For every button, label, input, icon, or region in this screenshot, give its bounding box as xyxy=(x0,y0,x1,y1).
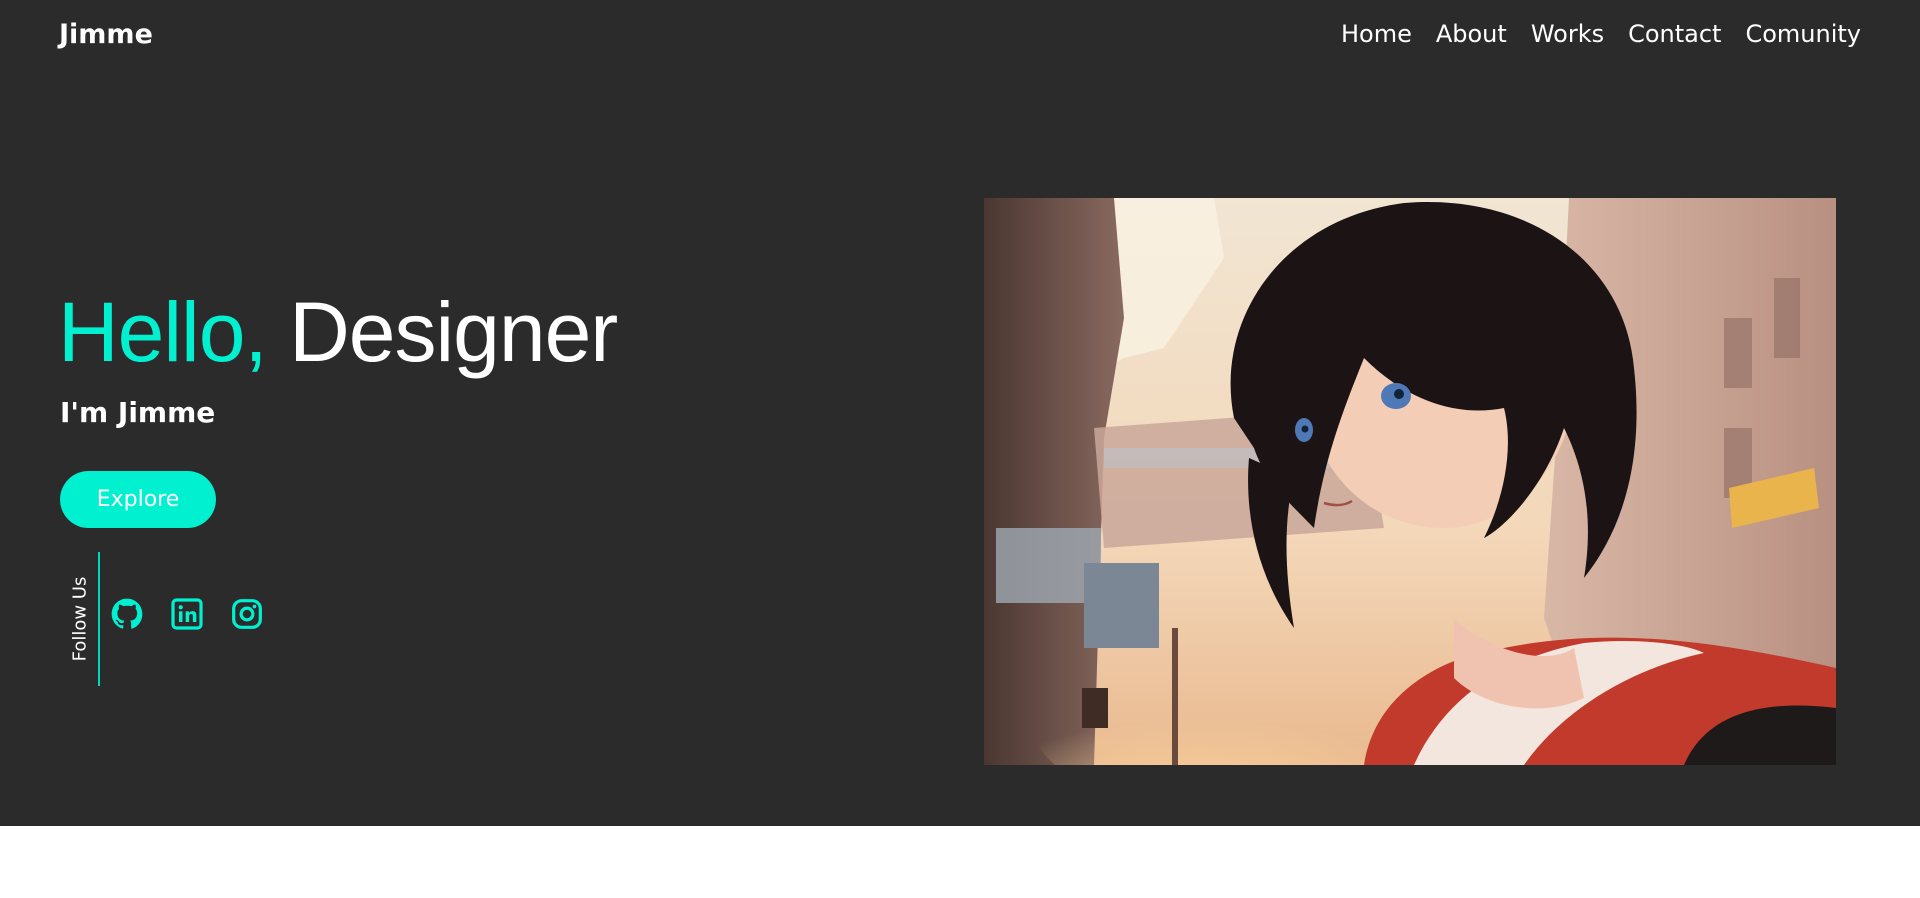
instagram-icon[interactable] xyxy=(231,598,263,630)
hero-illustration xyxy=(984,198,1836,765)
social-links xyxy=(111,598,263,630)
brand-logo[interactable]: Jimme xyxy=(59,19,153,50)
linkedin-icon[interactable] xyxy=(171,598,203,630)
follow-us-label: Follow Us xyxy=(69,576,91,662)
hero-section: Jimme Home About Works Contact Comunity … xyxy=(0,0,1920,826)
nav-link-about[interactable]: About xyxy=(1436,20,1507,48)
headline-greeting: Hello, xyxy=(58,285,268,379)
nav-link-comunity[interactable]: Comunity xyxy=(1745,20,1861,48)
nav-link-works[interactable]: Works xyxy=(1531,20,1604,48)
headline-role: Designer xyxy=(266,285,618,379)
explore-button[interactable]: Explore xyxy=(60,471,216,528)
hero-subtitle: I'm Jimme xyxy=(60,396,216,429)
nav-link-home[interactable]: Home xyxy=(1341,20,1412,48)
hero-headline: Hello, Designer xyxy=(58,282,618,382)
github-icon[interactable] xyxy=(111,598,143,630)
follow-us-panel: Follow Us xyxy=(68,552,100,686)
main-nav: Home About Works Contact Comunity xyxy=(1341,20,1861,48)
nav-link-contact[interactable]: Contact xyxy=(1628,20,1721,48)
